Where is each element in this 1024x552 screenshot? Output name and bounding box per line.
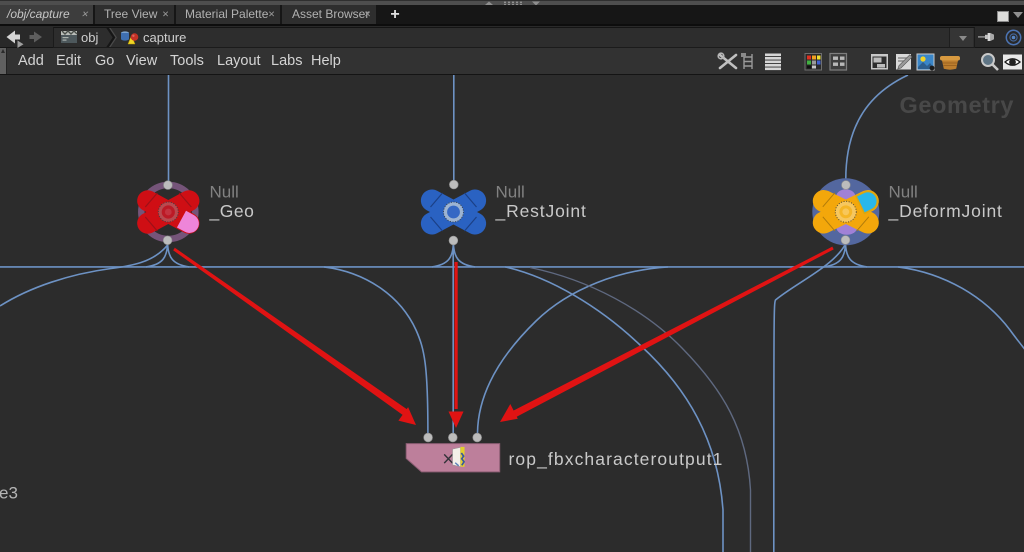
svg-text:Null: Null xyxy=(210,183,239,202)
svg-text:Geometry: Geometry xyxy=(899,92,1014,118)
svg-text:e3: e3 xyxy=(0,484,18,503)
svg-text:Null: Null xyxy=(889,183,918,202)
svg-text:rop_fbxcharacteroutput1: rop_fbxcharacteroutput1 xyxy=(509,449,724,470)
svg-text:Null: Null xyxy=(496,183,525,202)
svg-text:_RestJoint: _RestJoint xyxy=(495,201,587,222)
svg-text:_DeformJoint: _DeformJoint xyxy=(888,201,1003,222)
svg-text:_Geo: _Geo xyxy=(209,201,255,222)
